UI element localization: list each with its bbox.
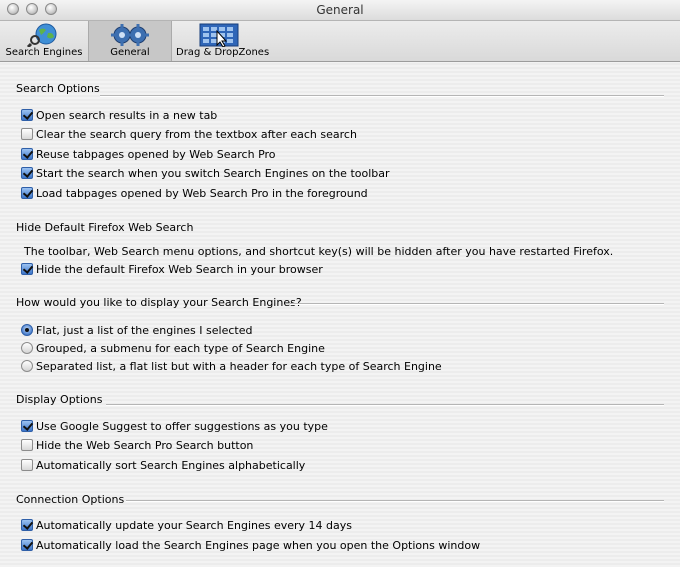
checkbox[interactable] <box>21 187 33 199</box>
checkbox[interactable] <box>21 539 33 551</box>
section-heading-search-options: Search Options <box>16 82 100 95</box>
option-auto-load-engines-page[interactable]: Automatically load the Search Engines pa… <box>21 537 480 553</box>
checkbox[interactable] <box>21 109 33 121</box>
option-label: Flat, just a list of the engines I selec… <box>36 323 253 337</box>
globe-search-icon <box>26 23 57 47</box>
checkbox[interactable] <box>21 128 33 140</box>
preferences-content: Search Options Open search results in a … <box>0 62 680 567</box>
radio-button[interactable] <box>21 342 33 354</box>
option-load-foreground[interactable]: Load tabpages opened by Web Search Pro i… <box>21 185 368 201</box>
tab-search-engines-label: Search Engines <box>5 47 83 58</box>
window-title: General <box>316 3 364 17</box>
option-label: Open search results in a new tab <box>36 108 218 122</box>
option-label: Start the search when you switch Search … <box>36 166 390 180</box>
option-label: Automatically load the Search Engines pa… <box>36 538 481 552</box>
option-auto-update-engines[interactable]: Automatically update your Search Engines… <box>21 517 352 533</box>
option-label: Hide the default Firefox Web Search in y… <box>36 262 323 276</box>
checkbox[interactable] <box>21 148 33 160</box>
section-divider <box>290 303 664 305</box>
option-sort-alphabetically[interactable]: Automatically sort Search Engines alphab… <box>21 457 305 473</box>
checkbox[interactable] <box>21 519 33 531</box>
gears-icon <box>111 24 149 46</box>
section-heading-display-options: Display Options <box>16 393 103 406</box>
tab-drag-dropzones[interactable]: Drag & DropZones <box>176 21 270 61</box>
section-heading-connection-options: Connection Options <box>16 493 125 506</box>
checkbox[interactable] <box>21 263 33 275</box>
section-heading-hide-default: Hide Default Firefox Web Search <box>16 221 194 234</box>
section-divider <box>126 500 664 502</box>
checkbox[interactable] <box>21 167 33 179</box>
option-reuse-tabpages[interactable]: Reuse tabpages opened by Web Search Pro <box>21 146 276 162</box>
option-open-new-tab[interactable]: Open search results in a new tab <box>21 107 217 123</box>
checkbox[interactable] <box>21 459 33 471</box>
title-bar: General <box>0 0 680 21</box>
tab-drag-dropzones-label: Drag & DropZones <box>176 47 270 58</box>
option-label: Reuse tabpages opened by Web Search Pro <box>36 147 276 161</box>
option-label: Automatically sort Search Engines alphab… <box>36 458 306 472</box>
grid-cursor-icon <box>199 23 239 47</box>
option-clear-query[interactable]: Clear the search query from the textbox … <box>21 126 357 142</box>
option-hide-search-button[interactable]: Hide the Web Search Pro Search button <box>21 437 253 453</box>
section-divider <box>100 95 664 97</box>
option-hide-default-web-search[interactable]: Hide the default Firefox Web Search in y… <box>21 261 323 277</box>
checkbox[interactable] <box>21 439 33 451</box>
tab-general[interactable]: General <box>88 21 172 61</box>
section-heading-display-engines: How would you like to display your Searc… <box>16 296 302 309</box>
tab-search-engines[interactable]: Search Engines <box>4 21 84 61</box>
section-divider <box>106 404 664 406</box>
option-flat-list[interactable]: Flat, just a list of the engines I selec… <box>21 322 252 338</box>
option-label: Separated list, a flat list but with a h… <box>36 359 442 373</box>
hide-default-description: The toolbar, Web Search menu options, an… <box>24 245 614 258</box>
checkbox[interactable] <box>21 420 33 432</box>
tab-general-label: General <box>110 47 150 58</box>
option-start-search-on-switch[interactable]: Start the search when you switch Search … <box>21 165 390 181</box>
option-label: Load tabpages opened by Web Search Pro i… <box>36 186 368 200</box>
option-label: Automatically update your Search Engines… <box>36 518 353 532</box>
preferences-toolbar: Search Engines General Drag & DropZones <box>0 21 680 62</box>
option-google-suggest[interactable]: Use Google Suggest to offer suggestions … <box>21 418 328 434</box>
option-grouped[interactable]: Grouped, a submenu for each type of Sear… <box>21 340 325 356</box>
option-separated-list[interactable]: Separated list, a flat list but with a h… <box>21 358 442 374</box>
radio-button[interactable] <box>21 360 33 372</box>
option-label: Clear the search query from the textbox … <box>36 127 357 141</box>
radio-button[interactable] <box>21 324 33 336</box>
option-label: Hide the Web Search Pro Search button <box>36 438 254 452</box>
option-label: Use Google Suggest to offer suggestions … <box>36 419 328 433</box>
option-label: Grouped, a submenu for each type of Sear… <box>36 341 325 355</box>
